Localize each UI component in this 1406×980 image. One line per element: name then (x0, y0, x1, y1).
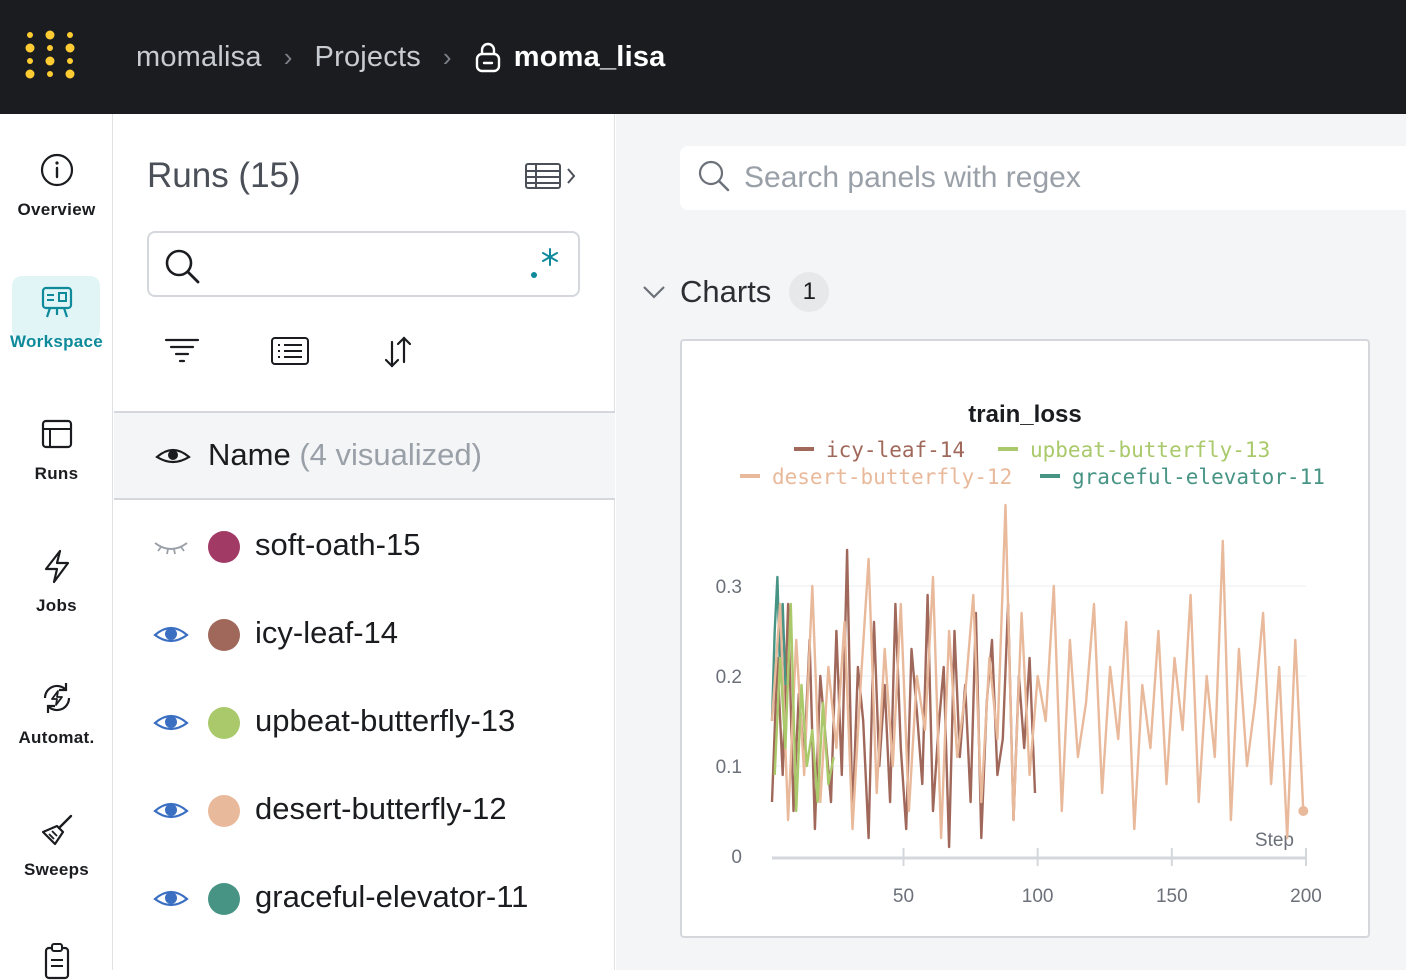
nav-label: Runs (34, 464, 79, 483)
breadcrumb-projects[interactable]: Projects (315, 41, 421, 74)
eye-icon[interactable] (152, 621, 190, 649)
legend-entry: icy-leaf-14 (826, 438, 965, 462)
nav-label: Sweeps (23, 860, 90, 879)
x-tick-label: 50 (893, 886, 914, 907)
nav-label: Jobs (36, 596, 77, 615)
charts-section-header[interactable]: Charts 1 (638, 270, 830, 314)
run-color-swatch[interactable] (208, 707, 240, 739)
eye-hidden-icon[interactable] (152, 533, 190, 561)
eye-icon[interactable] (152, 885, 190, 913)
legend-entry: desert-butterfly-12 (772, 465, 1012, 489)
run-row[interactable]: desert-butterfly-12 (114, 767, 615, 855)
regex-toggle-icon[interactable] (528, 243, 562, 283)
legend-entry: graceful-elevator-11 (1072, 465, 1325, 489)
chevron-down-icon[interactable] (638, 276, 670, 308)
nav-item-runs[interactable]: Runs (0, 414, 113, 484)
x-tick-label: 200 (1290, 886, 1322, 907)
name-header-title: Name (208, 437, 291, 472)
search-icon (698, 160, 730, 192)
runs-panel: Runs (15) Name (4 visualized) soft-oath-… (114, 114, 615, 970)
nav-item-sweeps[interactable]: Sweeps (0, 810, 113, 880)
lightning-icon (44, 549, 69, 584)
eye-icon[interactable] (152, 797, 190, 825)
train-loss-chart: train_lossicy-leaf-14 upbeat-butterfly-13… (716, 401, 1325, 907)
panel-search-placeholder: Search panels with regex (744, 161, 1081, 194)
sort-icon[interactable] (378, 332, 418, 372)
run-color-swatch[interactable] (208, 619, 240, 651)
y-tick-label: 0.2 (716, 667, 742, 688)
nav-item-workspace[interactable]: Workspace (0, 276, 113, 352)
wandb-logo-icon[interactable] (24, 30, 80, 80)
run-row[interactable]: upbeat-butterfly-13 (114, 679, 615, 767)
breadcrumb-project[interactable]: moma_lisa (514, 41, 666, 74)
run-name[interactable]: soft-oath-15 (255, 527, 420, 563)
nav-label: Workspace (9, 332, 104, 351)
section-title: Charts (680, 274, 772, 309)
run-name[interactable]: upbeat-butterfly-13 (255, 703, 515, 739)
left-nav: Overview Workspace Runs Jobs Automat. Sw… (0, 114, 113, 980)
runs-title: Runs (15) (147, 156, 301, 195)
runs-table-icon (41, 419, 72, 449)
run-color-swatch[interactable] (208, 883, 240, 915)
run-row[interactable]: soft-oath-15 (114, 503, 615, 591)
name-header-label: Name (4 visualized) (208, 437, 482, 473)
eye-icon[interactable] (154, 443, 192, 471)
x-tick-label: 100 (1022, 886, 1054, 907)
run-name[interactable]: icy-leaf-14 (255, 615, 398, 651)
x-tick-label: 150 (1156, 886, 1188, 907)
panel-search-input[interactable]: Search panels with regex (680, 146, 1406, 210)
y-tick-label: 0.1 (716, 757, 742, 778)
chart-title: train_loss (968, 401, 1081, 428)
series-line (770, 503, 1305, 840)
chevron-right-icon: › (283, 41, 293, 72)
chart-panel[interactable]: train_loss icy-leaf-14 upbeat-butterfly-13… (680, 339, 1370, 938)
run-name[interactable]: graceful-elevator-11 (255, 879, 528, 915)
nav-item-automations[interactable]: Automat. (0, 678, 113, 748)
run-name[interactable]: desert-butterfly-12 (255, 791, 507, 827)
nav-label: Overview (17, 200, 96, 219)
expand-table-icon[interactable] (524, 160, 580, 192)
search-icon (165, 249, 200, 284)
run-row[interactable]: icy-leaf-14 (114, 591, 615, 679)
lock-icon (475, 42, 500, 73)
info-icon (40, 153, 73, 187)
nav-item-jobs[interactable]: Jobs (0, 546, 113, 616)
clipboard-icon (44, 943, 69, 980)
chevron-right-icon: › (442, 41, 452, 72)
nav-label: Automat. (18, 728, 95, 747)
run-color-swatch[interactable] (208, 531, 240, 563)
breadcrumb-entity[interactable]: momalisa (136, 41, 262, 74)
broom-icon (41, 814, 72, 846)
y-tick-label: 0 (731, 847, 742, 868)
workspace-main: Search panels with regex Charts 1 train_… (616, 114, 1406, 970)
filter-icon[interactable] (162, 332, 202, 372)
top-bar: momalisa › Projects › moma_lisa (0, 0, 1406, 114)
nav-item-overview[interactable]: Overview (0, 150, 113, 220)
name-header-visualized-count: (4 visualized) (299, 437, 482, 472)
series-end-point (1298, 806, 1309, 816)
breadcrumb: momalisa › Projects › moma_lisa (136, 0, 665, 114)
y-tick-label: 0.3 (716, 577, 742, 598)
section-count-badge: 1 (789, 272, 830, 312)
group-icon[interactable] (270, 332, 310, 372)
automation-icon (43, 683, 70, 713)
eye-icon[interactable] (152, 709, 190, 737)
nav-item-reports[interactable] (0, 940, 113, 980)
workspace-icon (41, 286, 72, 318)
runs-name-header[interactable]: Name (4 visualized) (114, 411, 615, 500)
legend-entry: upbeat-butterfly-13 (1030, 438, 1270, 462)
runs-search-input[interactable] (147, 231, 580, 297)
run-row[interactable]: graceful-elevator-11 (114, 855, 615, 943)
run-color-swatch[interactable] (208, 795, 240, 827)
